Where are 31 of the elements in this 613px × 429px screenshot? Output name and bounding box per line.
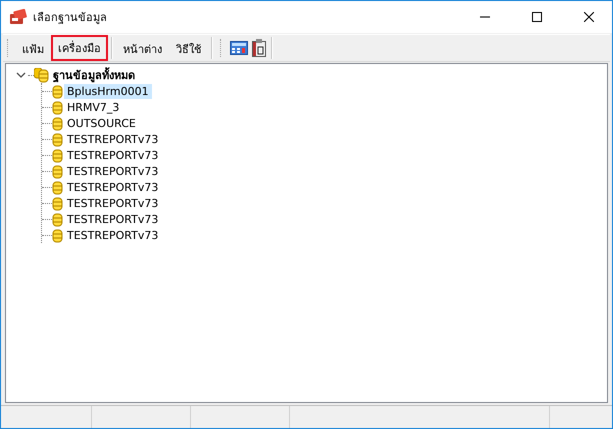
database-icon — [52, 84, 64, 98]
database-icon — [52, 212, 64, 226]
tree-item[interactable]: HRMV7_3 — [64, 100, 122, 114]
database-icon — [52, 228, 64, 242]
calendar-icon[interactable] — [250, 37, 268, 59]
database-icon — [52, 164, 64, 178]
tree-item[interactable]: OUTSOURCE — [64, 116, 139, 130]
maximize-icon[interactable] — [532, 12, 542, 22]
database-icon — [52, 132, 64, 146]
close-icon[interactable] — [584, 12, 594, 22]
tree-item[interactable]: TESTREPORTv73 — [64, 148, 162, 162]
tree-item[interactable]: TESTREPORTv73 — [64, 228, 162, 242]
database-icon — [52, 116, 64, 130]
tree-item[interactable]: TESTREPORTv73 — [64, 132, 162, 146]
tree-item[interactable]: TESTREPORTv73 — [64, 196, 162, 210]
databases-icon — [34, 68, 50, 82]
tree-root[interactable]: ฐานข้อมูลทั้งหมด — [50, 65, 138, 85]
menu-item[interactable]: วิธีใช้ — [169, 38, 208, 58]
app-icon — [9, 9, 27, 25]
menu-item[interactable]: หน้าต่าง — [116, 38, 169, 58]
menu-item[interactable]: เครื่องมือ — [51, 35, 108, 61]
tree-item[interactable]: TESTREPORTv73 — [64, 212, 162, 226]
menu-item[interactable]: แฟ้ม — [15, 38, 51, 58]
database-icon — [52, 148, 64, 162]
tree-item[interactable]: TESTREPORTv73 — [64, 180, 162, 194]
window-title: เลือกฐานข้อมูล — [33, 10, 108, 26]
tree-item[interactable]: TESTREPORTv73 — [64, 164, 162, 178]
database-icon — [52, 196, 64, 210]
tree-item[interactable]: BplusHrm0001 — [64, 84, 152, 98]
database-icon — [52, 100, 64, 114]
database-icon — [52, 180, 64, 194]
